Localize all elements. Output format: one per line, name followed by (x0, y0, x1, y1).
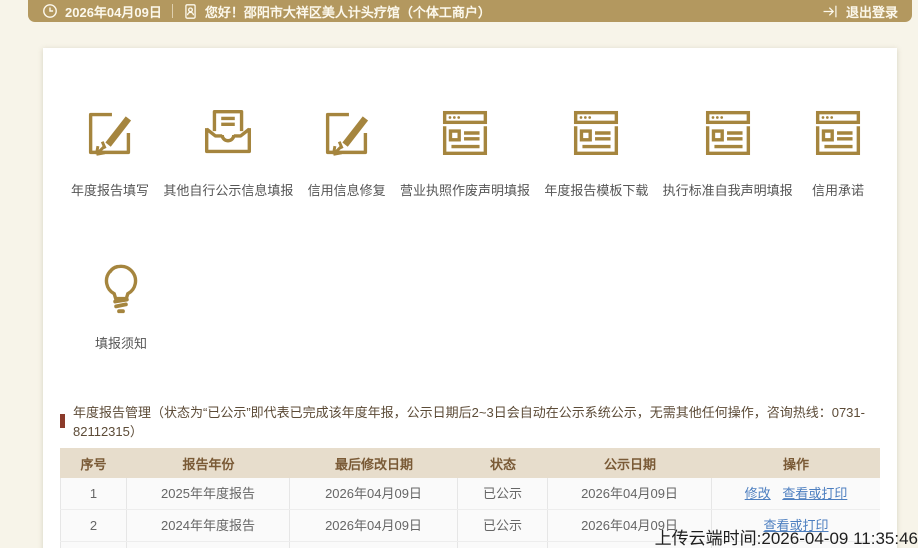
user-greeting: 您好！邵阳市大祥区美人计头疗馆（个体工商户） (204, 4, 491, 20)
cell-year: 2024年年度报告 (127, 510, 290, 541)
user-badge-icon (183, 3, 198, 20)
col-header-status: 状态 (489, 456, 516, 472)
shortcut-grid-row2: 填报须知 (43, 199, 897, 352)
cell-published: 2026年04月09日 (548, 478, 712, 509)
browser-window-icon (705, 110, 750, 156)
lightbulb-icon (104, 264, 138, 314)
annual-report-notice: 年度报告管理（状态为“已公示”即代表已完成该年度年报，公示日期后2~3日会自动在… (60, 402, 880, 440)
shortcut-label: 信用承诺 (811, 183, 864, 198)
shortcut-standard-declaration[interactable]: 执行标准自我声明填报 (663, 102, 793, 199)
cell-modified: 2024年03月30日 (290, 542, 458, 548)
cell-status: 已公示 (458, 510, 548, 541)
col-header-year: 报告年份 (182, 456, 235, 472)
logout-label: 退出登录 (845, 4, 898, 20)
cell-actions: 修改 查看或打印 (712, 478, 880, 509)
col-header-index: 序号 (80, 456, 107, 472)
browser-window-icon (815, 110, 861, 156)
inbox-document-icon (205, 109, 252, 154)
cell-index: 2 (60, 510, 127, 541)
col-header-published: 公示日期 (603, 456, 656, 472)
shortcut-other-disclosure[interactable]: 其他自行公示信息填报 (163, 102, 293, 199)
logout-icon (822, 4, 839, 19)
clock-icon (42, 3, 58, 19)
table-header-row: 序号 报告年份 最后修改日期 状态 公示日期 操作 (60, 448, 880, 478)
topbar: 2026年04月09日 您好！邵阳市大祥区美人计头疗馆（个体工商户） 退出登录 (28, 0, 912, 22)
modify-link[interactable]: 修改 (745, 486, 771, 501)
shortcut-grid: 年度报告填写 其他自行公示信息填报 信用信息修复 营业执照作废声明填报 年度报告… (43, 48, 897, 199)
shortcut-annual-report-fill[interactable]: 年度报告填写 (71, 102, 149, 199)
shortcut-label: 填报须知 (94, 336, 147, 351)
shortcut-credit-repair[interactable]: 信用信息修复 (308, 102, 386, 199)
shortcut-label: 其他自行公示信息填报 (163, 183, 294, 198)
topbar-divider (171, 4, 173, 18)
notice-accent-bar (60, 414, 65, 428)
table-row: 1 2025年年度报告 2026年04月09日 已公示 2026年04月09日 … (60, 478, 880, 510)
notice-text: 年度报告管理（状态为“已公示”即代表已完成该年度年报，公示日期后2~3日会自动在… (73, 405, 865, 439)
logout-button[interactable]: 退出登录 (822, 2, 898, 21)
view-print-link[interactable]: 查看或打印 (782, 486, 847, 501)
cell-index: 3 (60, 542, 127, 548)
cell-year: 2023年年度报告 (127, 542, 290, 548)
edit-box-icon (325, 112, 368, 156)
shortcut-filing-instructions[interactable]: 填报须知 (71, 255, 171, 352)
cell-status: 已公示 (458, 478, 548, 509)
edit-box-icon (88, 112, 132, 156)
browser-window-icon (442, 110, 488, 156)
shortcut-label: 年度报告填写 (71, 183, 150, 198)
shortcut-label: 营业执照作废声明填报 (399, 183, 530, 198)
col-header-modified: 最后修改日期 (334, 456, 413, 472)
cell-year: 2025年年度报告 (127, 478, 290, 509)
browser-window-icon (574, 110, 619, 156)
cell-status: 已公示 (458, 542, 548, 548)
upload-timestamp-watermark: 上传云端时间:2026-04-09 11:35:46 (654, 529, 918, 548)
main-panel: 年度报告填写 其他自行公示信息填报 信用信息修复 营业执照作废声明填报 年度报告… (43, 48, 897, 548)
shortcut-label: 执行标准自我声明填报 (662, 183, 793, 198)
shortcut-license-invalidation[interactable]: 营业执照作废声明填报 (400, 102, 530, 199)
shortcut-label: 信用信息修复 (307, 183, 386, 198)
shortcut-credit-commitment[interactable]: 信用承诺 (807, 102, 869, 199)
shortcut-template-download[interactable]: 年度报告模板下载 (544, 102, 648, 199)
cell-modified: 2026年04月09日 (290, 478, 458, 509)
current-date: 2026年04月09日 (65, 4, 162, 20)
shortcut-label: 年度报告模板下载 (544, 183, 649, 198)
cell-index: 1 (60, 478, 127, 509)
col-header-actions: 操作 (782, 456, 809, 472)
cell-modified: 2026年04月09日 (290, 510, 458, 541)
